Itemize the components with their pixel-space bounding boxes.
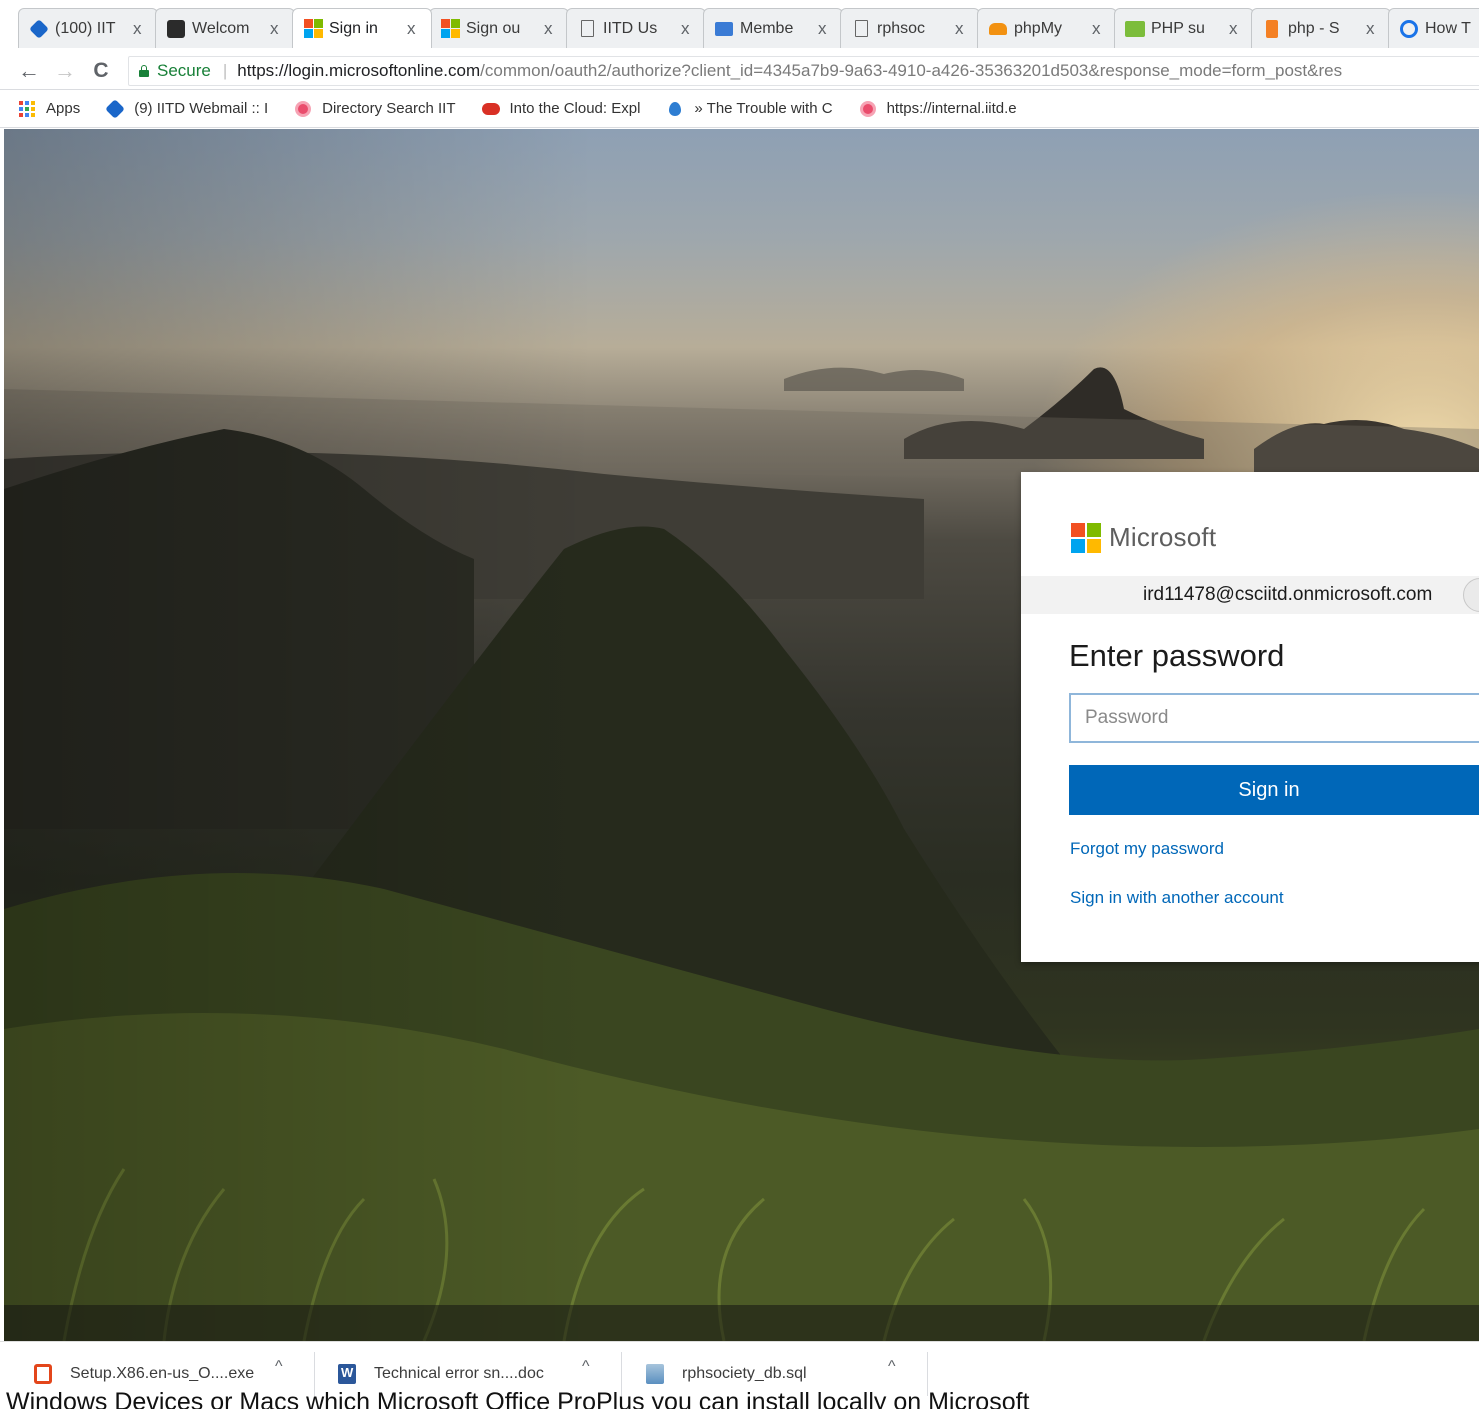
password-input[interactable] xyxy=(1069,693,1479,743)
identity-banner: ird11478@csciitd.onmicrosoft.com xyxy=(1021,576,1479,614)
tab-title: (100) IIT xyxy=(55,19,116,37)
cloud-icon xyxy=(481,100,500,118)
chevron-up-icon[interactable]: ^ xyxy=(888,1358,896,1376)
download-filename: rphsociety_db.sql xyxy=(682,1365,807,1382)
tab-title: phpMy xyxy=(1014,19,1063,37)
chevron-up-icon[interactable]: ^ xyxy=(275,1358,283,1376)
back-button[interactable]: ← xyxy=(14,56,44,86)
sign-in-card: Microsoft ird11478@csciitd.onmicrosoft.c… xyxy=(1021,472,1479,962)
welcome-icon xyxy=(166,19,186,39)
caption-text: Windows Devices or Macs which Microsoft … xyxy=(6,1388,1030,1409)
microsoft-logo-icon xyxy=(303,19,323,39)
download-filename: Setup.X86.en-us_O....exe xyxy=(70,1365,255,1382)
bookmarks-bar: Apps (9) IITD Webmail :: I Directory Sea… xyxy=(0,90,1479,128)
bookmark-directory-search[interactable]: Directory Search IIT xyxy=(294,100,456,118)
back-arrow-icon[interactable] xyxy=(1463,578,1479,612)
webmail-icon xyxy=(105,98,126,119)
internal-icon xyxy=(859,100,877,118)
bookmark-label: https://internal.iitd.e xyxy=(886,100,1017,117)
close-icon[interactable]: x xyxy=(1092,19,1106,39)
tab-how-to[interactable]: How T xyxy=(1388,8,1479,48)
microsoft-logo-icon xyxy=(1071,522,1101,553)
url-host: https://login.microsoftonline.com xyxy=(237,61,481,80)
directory-icon xyxy=(294,100,312,118)
tab-sign-in[interactable]: Sign in x xyxy=(292,8,432,48)
bookmark-label: » The Trouble with C xyxy=(694,100,833,117)
url-path: /common/oauth2/authorize?client_id=4345a… xyxy=(480,61,1343,80)
tab-iitd-users[interactable]: IITD Us x xyxy=(566,8,706,48)
bookmark-label: (9) IITD Webmail :: I xyxy=(134,100,269,117)
account-email: ird11478@csciitd.onmicrosoft.com xyxy=(1143,584,1433,605)
bookmark-webmail[interactable]: (9) IITD Webmail :: I xyxy=(105,98,269,119)
bookmark-label: Directory Search IIT xyxy=(322,100,456,117)
sql-file-icon xyxy=(646,1364,664,1384)
reload-button[interactable]: C xyxy=(86,56,116,86)
url-separator: | xyxy=(222,61,228,80)
apps-grid-icon xyxy=(18,100,36,118)
close-icon[interactable]: x xyxy=(407,19,421,39)
tab-title: Membe xyxy=(740,19,794,37)
forgot-password-link[interactable]: Forgot my password xyxy=(1070,839,1224,859)
close-icon[interactable]: x xyxy=(133,19,147,39)
close-icon[interactable]: x xyxy=(1229,19,1243,39)
tab-title: Welcom xyxy=(192,19,250,37)
navigation-bar: ← → C Secure | https://login.microsofton… xyxy=(0,52,1479,90)
tab-php-support[interactable]: PHP su x xyxy=(1114,8,1254,48)
tab-title: Sign ou xyxy=(466,19,521,37)
tab-title: IITD Us xyxy=(603,19,658,37)
page-title: Enter password xyxy=(1069,638,1285,673)
lock-icon xyxy=(139,65,149,77)
bookmark-apps[interactable]: Apps xyxy=(18,100,80,118)
close-icon[interactable]: x xyxy=(544,19,558,39)
drop-icon xyxy=(666,100,684,118)
tab-phpmyadmin[interactable]: phpMy x xyxy=(977,8,1117,48)
phpmyadmin-icon xyxy=(988,19,1008,39)
tab-sign-out[interactable]: Sign ou x xyxy=(429,8,569,48)
tab-title: Sign in xyxy=(329,19,378,37)
tab-php-stackoverflow[interactable]: php - S x xyxy=(1251,8,1391,48)
page-icon xyxy=(851,19,871,39)
tab-title: rphsoc xyxy=(877,19,926,37)
stackoverflow-icon xyxy=(1262,19,1282,39)
tab-title: How T xyxy=(1425,19,1471,37)
tab-title: php - S xyxy=(1288,19,1340,37)
webmail-icon xyxy=(29,18,49,39)
word-document-icon xyxy=(338,1364,356,1384)
bookmark-trouble-with[interactable]: » The Trouble with C xyxy=(666,100,833,118)
php-icon xyxy=(1125,19,1145,39)
close-icon[interactable]: x xyxy=(681,19,695,39)
page-icon xyxy=(577,19,597,39)
close-icon[interactable]: x xyxy=(1366,19,1380,39)
tab-rphsociety[interactable]: rphsoc x xyxy=(840,8,980,48)
tab-members[interactable]: Membe x xyxy=(703,8,843,48)
how-to-icon xyxy=(1399,19,1419,39)
office-installer-icon xyxy=(34,1364,52,1384)
close-icon[interactable]: x xyxy=(818,19,832,39)
download-filename: Technical error sn....doc xyxy=(374,1365,544,1382)
brand-name: Microsoft xyxy=(1109,522,1217,552)
another-account-link[interactable]: Sign in with another account xyxy=(1070,888,1284,908)
tab-welcome[interactable]: Welcom x xyxy=(155,8,295,48)
forward-button[interactable]: → xyxy=(50,56,80,86)
bookmark-internal-iitd[interactable]: https://internal.iitd.e xyxy=(859,100,1017,118)
sign-in-button[interactable]: Sign in xyxy=(1069,765,1479,815)
tab-title: PHP su xyxy=(1151,19,1205,37)
close-icon[interactable]: x xyxy=(270,19,284,39)
microsoft-logo-icon xyxy=(440,19,460,39)
secure-label: Secure xyxy=(157,61,211,80)
page-footer-bar xyxy=(4,1305,1479,1341)
address-bar[interactable]: Secure | https://login.microsoftonline.c… xyxy=(128,56,1479,86)
bookmark-label: Apps xyxy=(46,100,81,117)
microsoft-brand: Microsoft xyxy=(1071,522,1216,553)
tab-webmail[interactable]: (100) IIT x xyxy=(18,8,158,48)
bookmark-label: Into the Cloud: Expl xyxy=(509,100,641,117)
bookmark-into-the-cloud[interactable]: Into the Cloud: Expl xyxy=(481,100,641,118)
members-icon xyxy=(714,19,734,39)
tab-strip: (100) IIT x Welcom x Sign in x Sign ou x… xyxy=(0,0,1479,52)
close-icon[interactable]: x xyxy=(955,19,969,39)
chevron-up-icon[interactable]: ^ xyxy=(582,1358,590,1376)
